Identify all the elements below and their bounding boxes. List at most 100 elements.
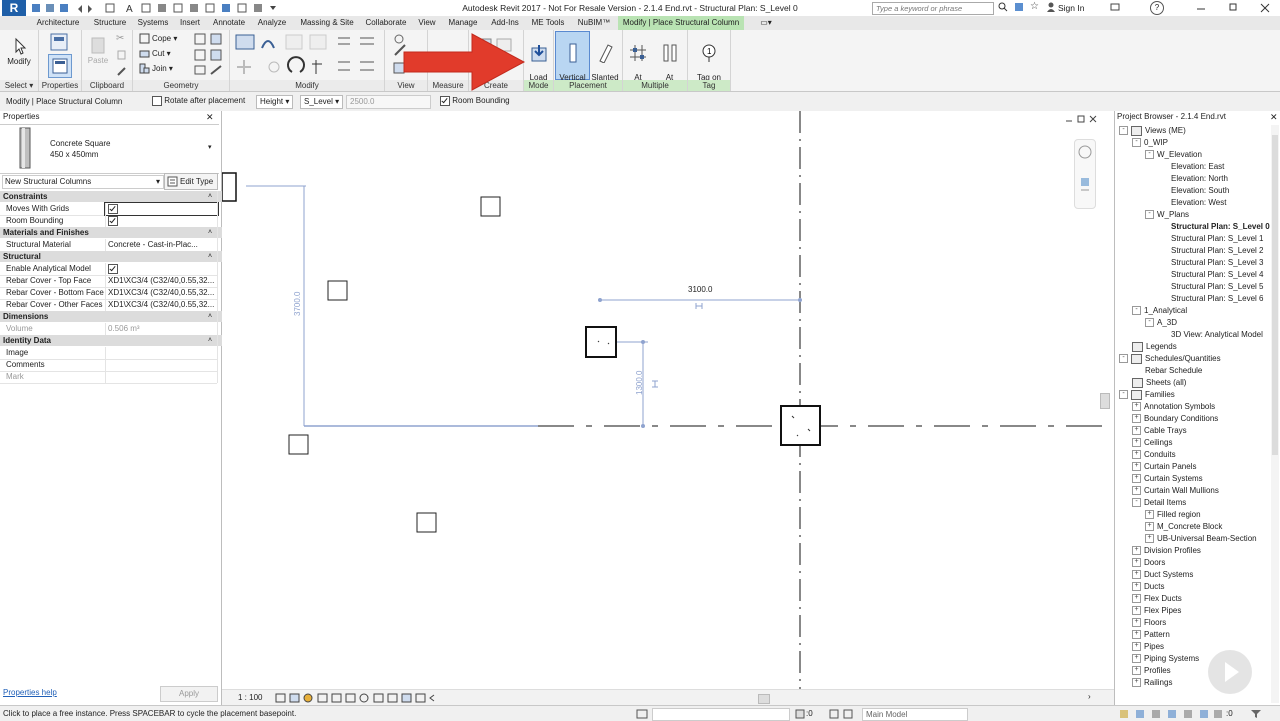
collapse-icon[interactable]: -	[1132, 306, 1141, 316]
browser-node[interactable]: + Cable Trays	[1132, 425, 1187, 437]
navigation-bar[interactable]	[1074, 139, 1096, 209]
browser-node[interactable]: Elevation: West	[1158, 197, 1226, 209]
property-checkbox[interactable]	[108, 263, 118, 274]
expand-icon[interactable]: +	[1132, 414, 1141, 424]
modify-button[interactable]: Modify	[2, 34, 36, 66]
property-section-header[interactable]: Structural	[0, 251, 222, 262]
paste-button[interactable]: Paste	[84, 33, 112, 65]
horizontal-scrollbar-thumb[interactable]	[758, 694, 770, 704]
property-value[interactable]	[105, 347, 218, 359]
close-icon[interactable]	[1260, 3, 1270, 13]
expand-icon[interactable]: +	[1132, 594, 1141, 604]
type-properties-icon[interactable]	[49, 33, 69, 51]
property-value[interactable]	[105, 371, 218, 383]
property-checkbox[interactable]	[108, 203, 118, 214]
tab-modify-place-structural-column[interactable]: Modify | Place Structural Column	[618, 16, 744, 30]
expand-icon[interactable]: +	[1132, 666, 1141, 676]
expand-icon[interactable]: +	[1132, 642, 1141, 652]
edit-type-button[interactable]: Edit Type	[164, 173, 218, 190]
tab-analyze[interactable]: Analyze	[254, 16, 290, 30]
property-value[interactable]	[105, 263, 218, 275]
expand-icon[interactable]: +	[1132, 450, 1141, 460]
browser-node[interactable]: - Families	[1119, 389, 1175, 401]
collapse-icon[interactable]: -	[1132, 498, 1141, 508]
expand-icon[interactable]: +	[1132, 474, 1141, 484]
cope-button[interactable]: Cope ▾	[139, 32, 177, 46]
browser-node[interactable]: Structural Plan: S_Level 0	[1158, 221, 1270, 233]
browser-node[interactable]: 3D View: Analytical Model	[1158, 329, 1263, 341]
type-selector[interactable]: Concrete Square 450 x 450mm ▾	[0, 124, 219, 174]
expand-icon[interactable]: +	[1132, 654, 1141, 664]
drawing-canvas[interactable]: 3700.0 3100.0 1300.0 1 : 100 ›	[222, 111, 1114, 705]
model-select[interactable]: Main Model	[862, 708, 968, 721]
view-minimize-icon[interactable]	[1064, 115, 1074, 123]
property-section-header[interactable]: Materials and Finishes	[0, 227, 222, 238]
workset-select[interactable]	[652, 708, 790, 721]
tab-structure[interactable]: Structure	[90, 16, 130, 30]
collapse-chevron-icon[interactable]: ˄	[208, 227, 212, 238]
height-mode-select[interactable]: Height ▾	[256, 95, 294, 109]
scroll-right-icon[interactable]: ›	[1088, 692, 1091, 701]
expand-icon[interactable]: +	[1132, 570, 1141, 580]
select-group-label[interactable]: Select ▾	[0, 80, 38, 91]
geometry-tools-icons[interactable]	[193, 32, 227, 76]
view-control-icons[interactable]	[274, 693, 444, 704]
collapse-chevron-icon[interactable]: ˄	[208, 311, 212, 322]
tab-me-tools[interactable]: ME Tools	[528, 16, 568, 30]
browser-node[interactable]: + Boundary Conditions	[1132, 413, 1218, 425]
instance-filter-select[interactable]: New Structural Columns ▾	[2, 175, 164, 189]
browser-node[interactable]: + Curtain Panels	[1132, 461, 1196, 473]
view-restore-icon[interactable]	[1076, 115, 1086, 123]
collapse-icon[interactable]: -	[1145, 210, 1154, 220]
expand-icon[interactable]: +	[1132, 546, 1141, 556]
level-select[interactable]: S_Level ▾	[300, 95, 344, 109]
property-value[interactable]: XD1\XC3/4 (C32/40,0.55,32...	[105, 299, 218, 311]
browser-node[interactable]: + Annotation Symbols	[1132, 401, 1215, 413]
expand-icon[interactable]: +	[1132, 618, 1141, 628]
tab-architecture[interactable]: Architecture	[34, 16, 82, 30]
editing-requests-icon[interactable]	[794, 709, 806, 719]
expand-icon[interactable]: +	[1132, 582, 1141, 592]
project-browser-close-icon[interactable]: ✕	[1270, 111, 1280, 123]
collapse-icon[interactable]: -	[1119, 390, 1128, 400]
minimize-icon[interactable]	[1196, 3, 1206, 13]
quick-access-icons[interactable]: A	[30, 2, 330, 15]
property-row[interactable]: Mark	[0, 371, 217, 384]
tab-nubim[interactable]: NuBIM™	[574, 16, 614, 30]
browser-node[interactable]: + UB-Universal Beam-Section	[1145, 533, 1257, 545]
tab-collaborate[interactable]: Collaborate	[362, 16, 410, 30]
browser-node[interactable]: + Curtain Wall Mullions	[1132, 485, 1219, 497]
browser-node[interactable]: + Division Profiles	[1132, 545, 1201, 557]
property-section-header[interactable]: Constraints	[0, 191, 222, 202]
browser-node[interactable]: -0_WIP	[1132, 137, 1168, 149]
star-icon[interactable]: ☆	[1030, 1, 1040, 13]
view-close-icon[interactable]	[1088, 115, 1098, 123]
copy-clip-icon[interactable]	[116, 49, 128, 61]
search-field[interactable]: Type a keyword or phrase	[872, 2, 994, 15]
collapse-chevron-icon[interactable]: ˄	[208, 251, 212, 262]
tab-massing-site[interactable]: Massing & Site	[296, 16, 358, 30]
expand-icon[interactable]: +	[1132, 630, 1141, 640]
browser-node[interactable]: + Floors	[1132, 617, 1166, 629]
browser-node[interactable]: Structural Plan: S_Level 1	[1158, 233, 1264, 245]
search-icon[interactable]	[998, 2, 1008, 12]
collapse-icon[interactable]: -	[1145, 150, 1154, 160]
property-value[interactable]: XD1\XC3/4 (C32/40,0.55,32...	[105, 287, 218, 299]
property-value[interactable]	[105, 215, 218, 227]
search-input[interactable]: Type a keyword or phrase	[876, 3, 962, 14]
tab-view[interactable]: View	[414, 16, 440, 30]
design-options-icons[interactable]	[828, 709, 858, 719]
properties-help-link[interactable]: Properties help	[3, 688, 57, 697]
exchange-icon[interactable]	[1110, 2, 1120, 12]
tab-annotate[interactable]: Annotate	[210, 16, 248, 30]
browser-node[interactable]: - Views (ME)	[1119, 125, 1186, 137]
vertical-column-button[interactable]: Vertical Column	[555, 31, 590, 91]
tab-add-ins[interactable]: Add-Ins	[488, 16, 522, 30]
expand-icon[interactable]: +	[1132, 558, 1141, 568]
filter-icon[interactable]	[1250, 709, 1262, 719]
rotate-checkbox[interactable]	[152, 96, 162, 106]
collapse-chevron-icon[interactable]: ˄	[208, 335, 212, 346]
property-checkbox[interactable]	[108, 215, 118, 226]
browser-node[interactable]: - W_Elevation	[1145, 149, 1202, 161]
browser-node[interactable]: + Profiles	[1132, 665, 1171, 677]
